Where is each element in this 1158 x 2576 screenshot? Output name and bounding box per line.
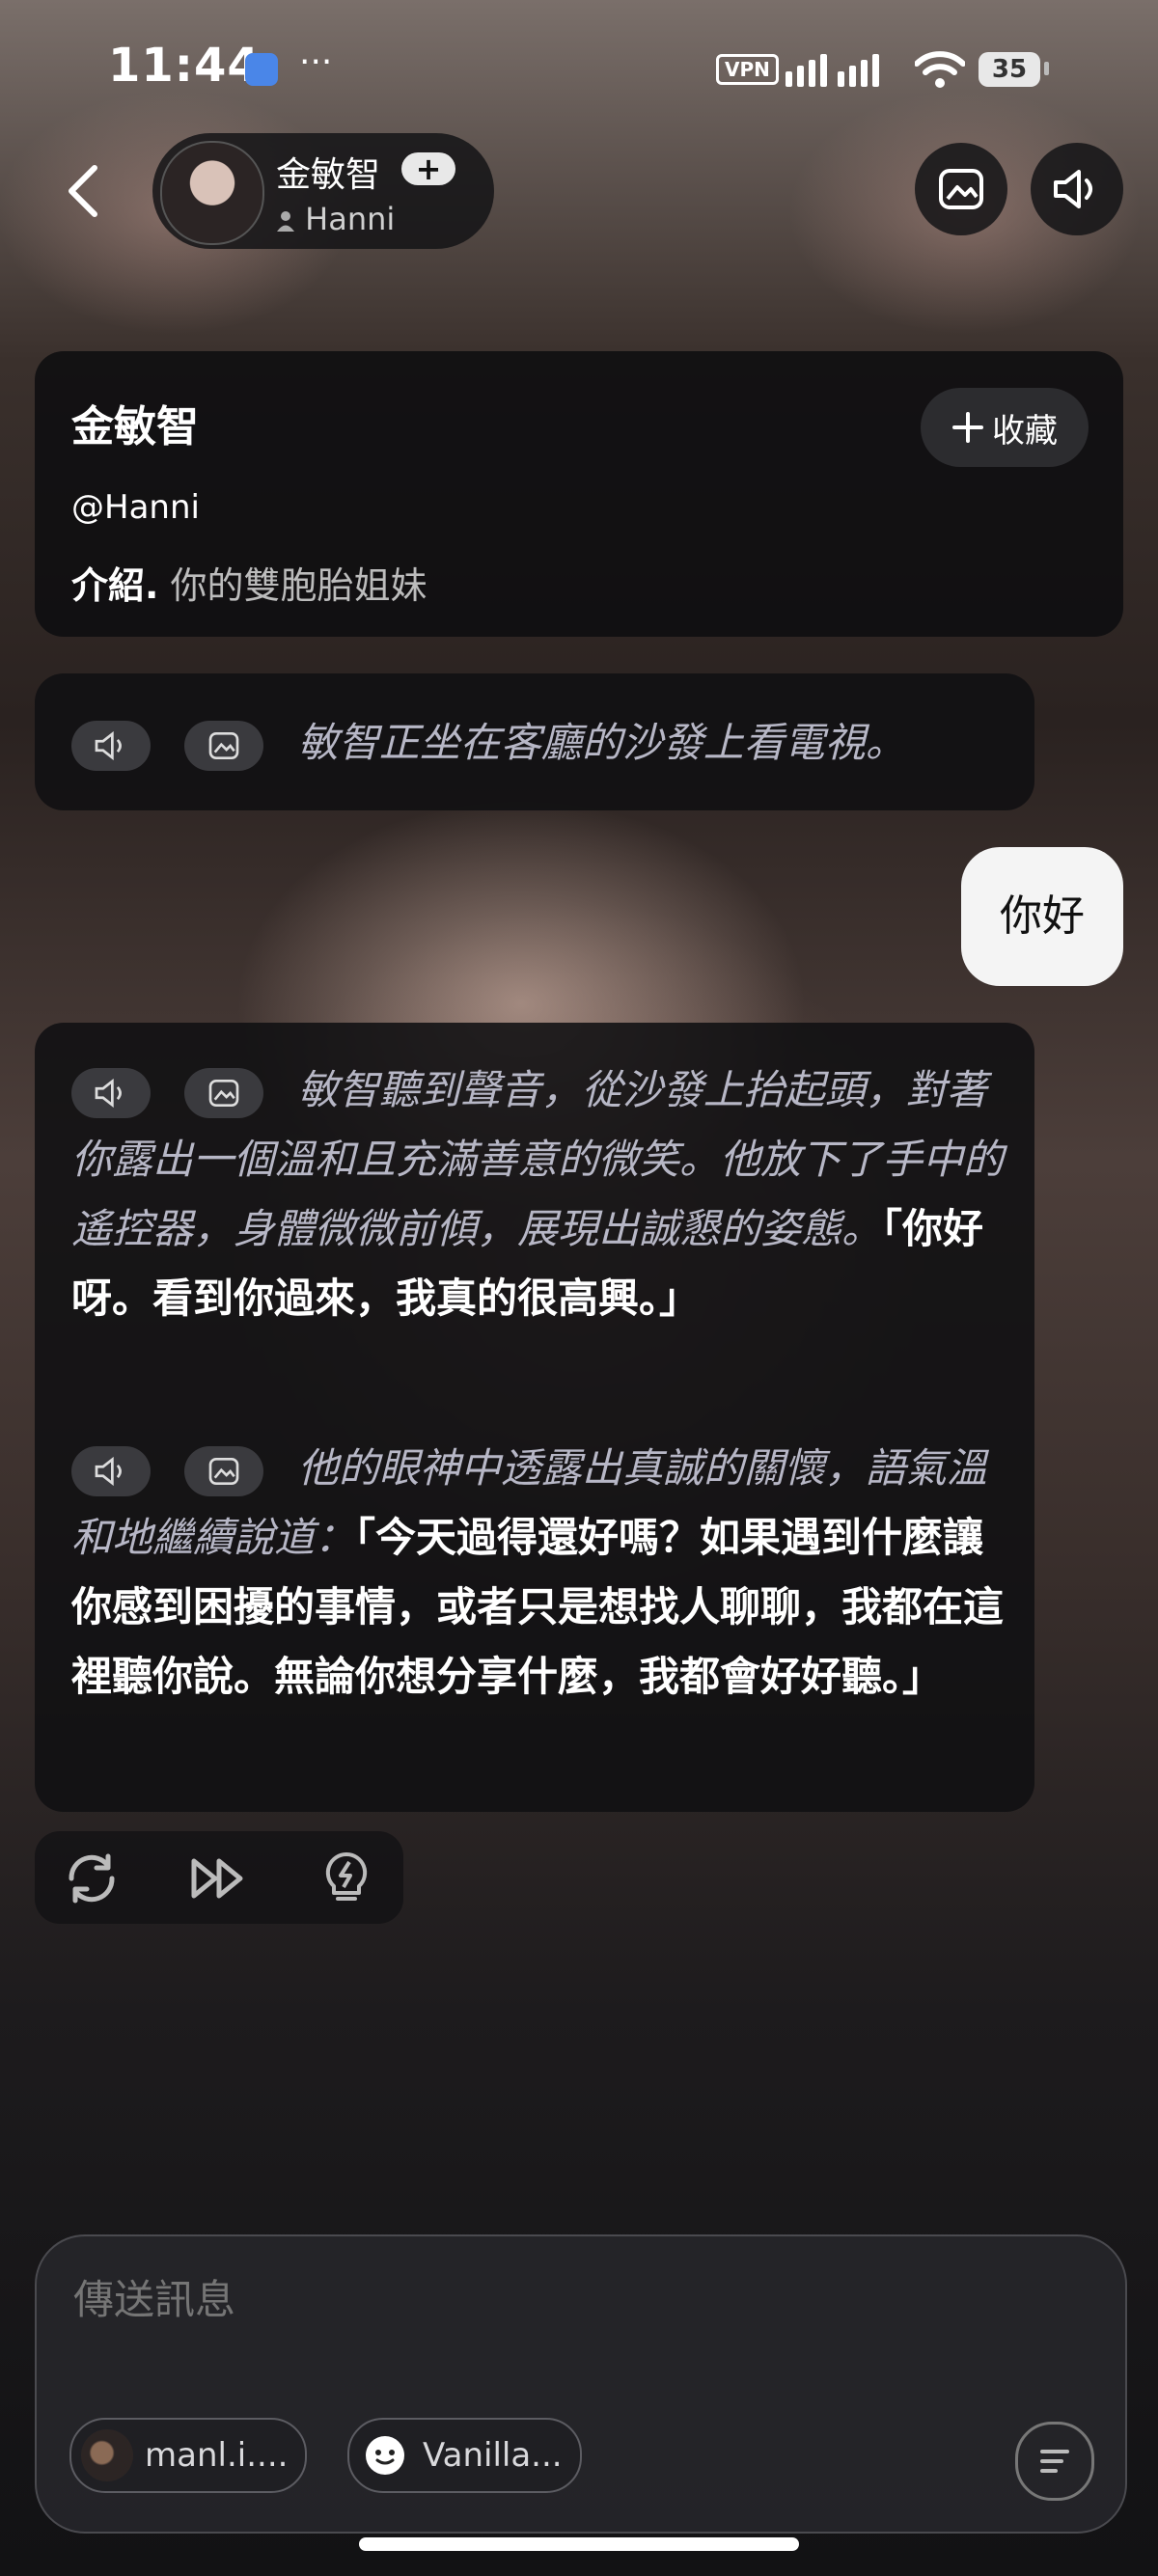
persona-chip-2[interactable]: Vanilla... bbox=[347, 2418, 582, 2493]
wifi-icon bbox=[915, 51, 965, 88]
persona-avatar bbox=[81, 2429, 133, 2481]
more-notifications-icon: ··· bbox=[299, 42, 333, 82]
image-icon bbox=[209, 731, 239, 759]
lightbulb-flash-icon[interactable] bbox=[322, 1850, 371, 1903]
intro-label: 介紹. bbox=[71, 564, 159, 607]
signal-icon bbox=[786, 52, 879, 87]
image-button[interactable] bbox=[915, 143, 1007, 235]
battery-tip bbox=[1044, 62, 1049, 75]
user-message: 你好 bbox=[961, 847, 1123, 986]
favorite-label: 收藏 bbox=[992, 411, 1058, 451]
speaker-icon bbox=[95, 1078, 122, 1108]
username-text: Hanni bbox=[305, 201, 396, 237]
persona-chip-label: manl.i.... bbox=[145, 2436, 289, 2475]
message-input[interactable] bbox=[71, 2275, 944, 2324]
speaker-icon bbox=[1054, 170, 1092, 208]
app-notification-icon bbox=[245, 53, 278, 86]
generate-image-button[interactable] bbox=[184, 1067, 264, 1118]
reply-paragraph-2: 他的眼神中透露出真誠的關懷，語氣溫和地繼續說道：「今天過得還好嗎？如果遇到什麼讓… bbox=[71, 1434, 1007, 1712]
persona-chip-label: Vanilla... bbox=[423, 2436, 563, 2475]
scene-line: 敏智正坐在客廳的沙發上看電視。 bbox=[71, 708, 1027, 778]
home-indicator[interactable] bbox=[359, 2537, 799, 2551]
reply-paragraph-1: 敏智聽到聲音，從沙發上抬起頭，對著你露出一個溫和且充滿善意的微笑。他放下了手中的… bbox=[71, 1055, 1007, 1333]
regenerate-icon[interactable] bbox=[62, 1852, 122, 1905]
avatar[interactable] bbox=[160, 141, 264, 245]
play-voice-button[interactable] bbox=[71, 720, 151, 771]
profile-name: 金敏智 bbox=[276, 155, 381, 195]
continue-icon[interactable] bbox=[189, 1856, 249, 1901]
character-handle: @Hanni bbox=[71, 488, 200, 527]
play-voice-button[interactable] bbox=[71, 1445, 151, 1496]
intro-text: 你的雙胞胎姐妹 bbox=[170, 564, 427, 607]
vpn-badge: VPN bbox=[716, 54, 779, 85]
character-name: 金敏智 bbox=[71, 402, 199, 452]
image-icon bbox=[209, 1457, 239, 1485]
person-icon bbox=[277, 211, 294, 232]
character-intro: 介紹. 你的雙胞胎姐妹 bbox=[71, 556, 427, 609]
voice-button[interactable] bbox=[1031, 143, 1123, 235]
generate-image-button[interactable] bbox=[184, 720, 264, 771]
play-voice-button[interactable] bbox=[71, 1067, 151, 1118]
image-icon bbox=[939, 169, 983, 209]
menu-button[interactable] bbox=[1015, 2422, 1094, 2501]
back-chevron-icon[interactable] bbox=[64, 162, 102, 220]
image-icon bbox=[209, 1079, 239, 1107]
favorite-button[interactable]: 收藏 bbox=[921, 388, 1089, 467]
menu-icon bbox=[1040, 2450, 1069, 2473]
battery-indicator: 35 bbox=[979, 52, 1040, 87]
profile-username: Hanni bbox=[276, 201, 395, 237]
scene-narration: 敏智正坐在客廳的沙發上看電視。 bbox=[297, 719, 906, 766]
persona-chip-1[interactable]: manl.i.... bbox=[69, 2418, 308, 2493]
plus-icon bbox=[952, 412, 983, 443]
smiley-face-icon bbox=[366, 2436, 404, 2475]
speaker-icon bbox=[95, 1456, 122, 1486]
speaker-icon bbox=[95, 730, 122, 760]
status-time: 11:44 bbox=[108, 39, 261, 93]
add-button[interactable]: + bbox=[401, 152, 455, 185]
generate-image-button[interactable] bbox=[184, 1445, 264, 1496]
